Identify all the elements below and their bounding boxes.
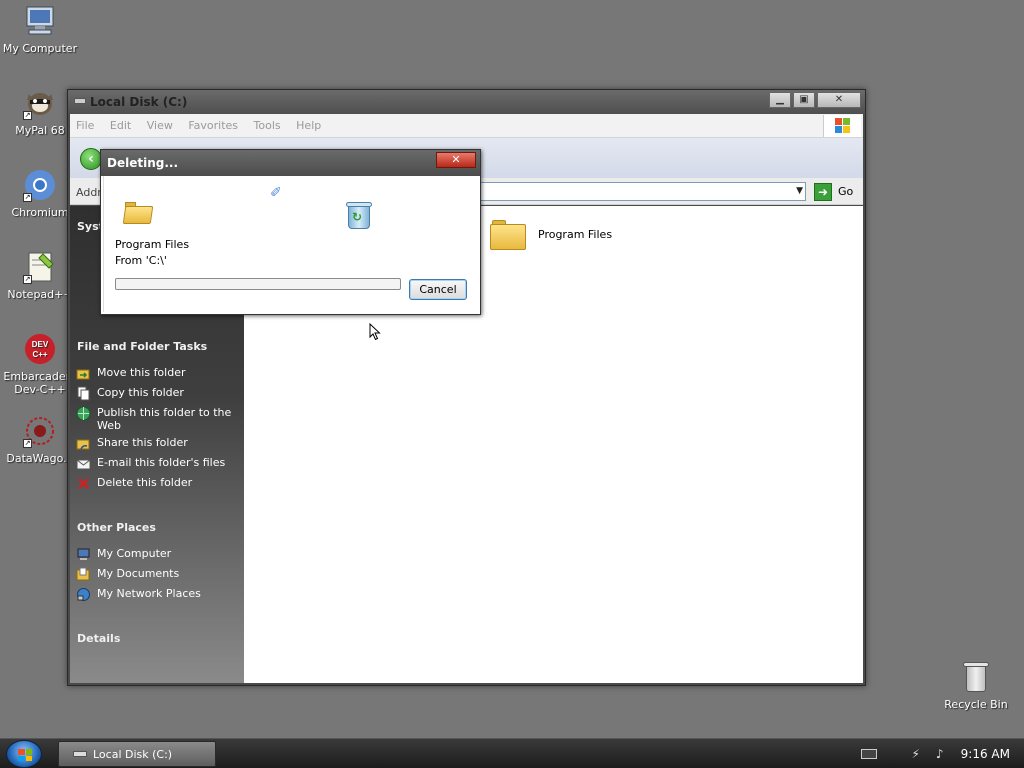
taskbar: Local Disk (C:) ⚡ ♪ 9:16 AM — [0, 738, 1024, 768]
address-input[interactable]: ▼ — [480, 182, 806, 201]
svg-text:C++: C++ — [32, 350, 47, 359]
email-icon — [76, 459, 91, 470]
notepadpp-icon: ↗ — [23, 250, 57, 284]
other-places-title[interactable]: Other Places — [77, 521, 156, 534]
close-button[interactable]: ✕ — [817, 92, 861, 108]
desktop-icon-label: My Computer — [2, 42, 78, 55]
drive-icon — [74, 98, 86, 104]
window-title: Local Disk (C:) — [90, 95, 188, 109]
menu-edit[interactable]: Edit — [104, 114, 137, 137]
address-label: Addr — [76, 186, 102, 199]
shortcut-arrow-icon: ↗ — [23, 439, 32, 448]
explorer-titlebar[interactable]: Local Disk (C:) ▁ ▣ ✕ — [68, 90, 865, 114]
mouse-cursor-icon — [369, 323, 381, 341]
task-share-folder[interactable]: Share this folder — [76, 436, 238, 451]
recycle-bin-icon — [961, 660, 991, 694]
documents-folder-icon — [76, 567, 90, 581]
place-my-computer[interactable]: My Computer — [76, 547, 238, 562]
flying-paper-icon: ✐ — [270, 185, 282, 201]
go-arrow-icon: ➜ — [814, 182, 832, 201]
source-folder-icon — [122, 202, 154, 224]
clock[interactable]: 9:16 AM — [961, 747, 1010, 761]
deleting-item-name: Program Files — [115, 238, 190, 251]
chromium-icon: ↗ — [23, 168, 57, 202]
share-folder-icon — [76, 439, 90, 450]
minimize-button[interactable]: ▁ — [769, 92, 791, 108]
place-my-documents[interactable]: My Documents — [76, 567, 238, 582]
mypal-icon: ↗ — [23, 86, 57, 120]
dialog-titlebar[interactable]: Deleting... ✕ — [101, 150, 480, 176]
deleting-dialog[interactable]: Deleting... ✕ ✐ ↻ Program Files From 'C:… — [100, 149, 481, 315]
computer-icon — [23, 4, 57, 38]
keyboard-icon[interactable] — [860, 749, 877, 759]
volume-icon[interactable]: ♪ — [933, 747, 947, 761]
devcpp-icon: DEV C++ — [23, 332, 57, 366]
move-folder-icon — [76, 369, 90, 380]
dialog-body: ✐ ↻ Program Files From 'C:\' Cancel — [103, 176, 478, 312]
go-button[interactable]: ➜ Go — [814, 181, 853, 202]
system-tray: ⚡ ♪ 9:16 AM — [860, 739, 1024, 768]
taskbar-window-label: Local Disk (C:) — [93, 747, 173, 761]
details-title[interactable]: Details — [77, 632, 120, 645]
go-label: Go — [838, 185, 854, 198]
globe-icon — [76, 406, 91, 421]
windows-logo-icon — [18, 749, 32, 761]
maximize-button[interactable]: ▣ — [793, 92, 815, 108]
task-delete-folder[interactable]: Delete this folder — [76, 476, 238, 491]
desktop-icon-recycle-bin[interactable]: Recycle Bin — [936, 660, 1016, 711]
desktop-icon-label: Recycle Bin — [944, 698, 1008, 711]
cancel-button[interactable]: Cancel — [409, 279, 467, 300]
datawago-icon: ↗ — [23, 414, 57, 448]
drive-icon — [73, 751, 87, 757]
place-my-network[interactable]: My Network Places — [76, 587, 238, 602]
menu-help[interactable]: Help — [290, 114, 327, 137]
task-move-folder[interactable]: Move this folder — [76, 366, 238, 381]
menu-bar: File Edit View Favorites Tools Help — [70, 114, 863, 138]
shortcut-arrow-icon: ↗ — [23, 193, 32, 202]
svg-text:DEV: DEV — [32, 340, 49, 349]
windows-logo-icon — [823, 115, 861, 137]
start-button[interactable] — [6, 740, 42, 768]
back-arrow-icon[interactable]: ‹ — [80, 148, 102, 170]
folder-program-files[interactable]: Program Files — [490, 218, 612, 250]
deleting-from-path: From 'C:\' — [115, 254, 167, 267]
taskbar-window-button[interactable]: Local Disk (C:) — [58, 741, 216, 767]
task-email-files[interactable]: E-mail this folder's files — [76, 456, 238, 471]
menu-favorites[interactable]: Favorites — [182, 114, 244, 137]
menu-file[interactable]: File — [70, 114, 100, 137]
copy-folder-icon — [77, 386, 90, 401]
task-copy-folder[interactable]: Copy this folder — [76, 386, 238, 401]
file-folder-tasks-title[interactable]: File and Folder Tasks — [77, 340, 207, 353]
folder-label: Program Files — [538, 227, 613, 241]
computer-icon — [77, 548, 90, 560]
folder-icon — [490, 218, 526, 250]
desktop-icon-my-computer[interactable]: My Computer — [0, 4, 80, 55]
shortcut-arrow-icon: ↗ — [23, 111, 32, 120]
network-icon — [77, 588, 90, 601]
task-publish-folder[interactable]: Publish this folder to the Web — [76, 406, 238, 432]
network-status-icon[interactable]: ⚡ — [909, 747, 923, 761]
shortcut-arrow-icon: ↗ — [23, 275, 32, 284]
recycle-bin-icon: ↻ — [346, 200, 372, 230]
dialog-title: Deleting... — [107, 156, 179, 170]
chevron-down-icon[interactable]: ▼ — [796, 186, 803, 196]
delete-x-icon — [78, 478, 89, 489]
delete-progress-bar — [115, 278, 401, 290]
dialog-close-button[interactable]: ✕ — [436, 152, 476, 168]
menu-view[interactable]: View — [141, 114, 179, 137]
menu-tools[interactable]: Tools — [248, 114, 287, 137]
